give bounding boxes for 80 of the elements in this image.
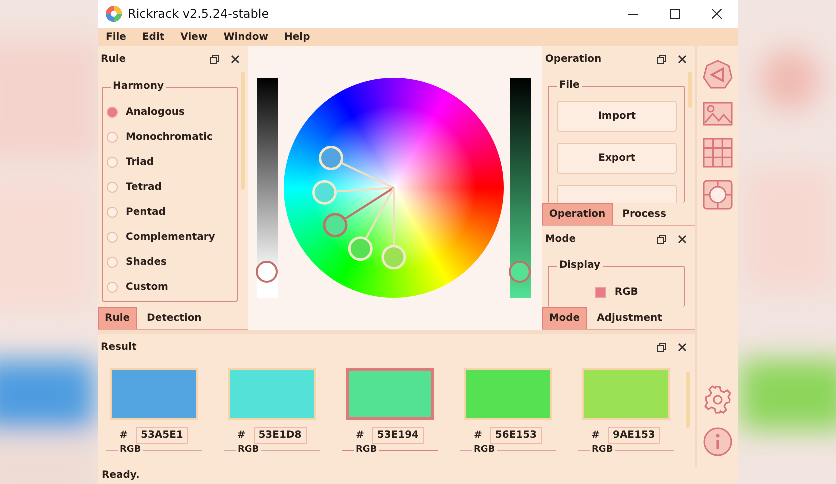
float-icon[interactable] xyxy=(210,54,219,64)
float-icon[interactable] xyxy=(656,54,666,64)
group-title: Harmony xyxy=(111,81,166,93)
menu-item[interactable]: File xyxy=(106,32,126,42)
group-title: RGB xyxy=(590,445,616,455)
window-title: Rickrack v2.5.24-stable xyxy=(128,7,270,21)
hash-label: # xyxy=(592,430,600,441)
image-icon[interactable] xyxy=(702,102,732,126)
radio-label[interactable]: Monochromatic xyxy=(126,132,213,143)
menu-item[interactable]: Window xyxy=(224,32,269,42)
hex-field[interactable]: 53A5E1 xyxy=(136,427,188,444)
group-title: RGB xyxy=(236,445,262,455)
panel-title: Result xyxy=(101,342,137,352)
hex-field[interactable]: 9AE153 xyxy=(608,427,660,444)
radio-button[interactable] xyxy=(107,107,118,118)
hash-label: # xyxy=(237,430,246,441)
close-icon[interactable] xyxy=(230,54,240,64)
close-icon[interactable] xyxy=(678,54,687,64)
app-logo-icon xyxy=(106,6,122,22)
close-icon[interactable] xyxy=(678,234,687,244)
tab[interactable]: Detection xyxy=(137,307,212,329)
group-title: RGB xyxy=(354,445,380,455)
group-title: RGB xyxy=(118,445,144,455)
panel-title: Mode xyxy=(545,234,576,244)
color-swatch[interactable] xyxy=(346,368,434,420)
radio-button[interactable] xyxy=(107,282,118,293)
menu-item[interactable]: View xyxy=(180,32,208,42)
status-text: Ready. xyxy=(102,470,140,481)
tab[interactable]: Adjustment xyxy=(587,307,672,329)
value-slider[interactable] xyxy=(510,78,531,298)
hash-label: # xyxy=(120,430,128,441)
action-button[interactable]: Export xyxy=(557,143,677,174)
hash-label: # xyxy=(356,430,364,441)
scrollbar[interactable] xyxy=(688,72,692,108)
grid-icon[interactable] xyxy=(702,138,732,168)
scrollbar[interactable] xyxy=(686,372,690,428)
radio-button[interactable] xyxy=(107,232,118,243)
radio-label[interactable]: Tetrad xyxy=(126,182,162,193)
group-title: RGB xyxy=(472,445,498,455)
tab[interactable]: Operation xyxy=(542,203,613,225)
radio-label[interactable]: Triad xyxy=(126,157,154,168)
radio-button[interactable] xyxy=(107,207,118,218)
radio-label[interactable]: Analogous xyxy=(126,107,186,118)
radio-label[interactable]: Pentad xyxy=(126,207,166,218)
menu-item[interactable]: Help xyxy=(284,32,310,42)
scrollbar[interactable] xyxy=(240,72,245,190)
radio-label[interactable]: Complementary xyxy=(126,232,216,243)
hex-field[interactable]: 56E153 xyxy=(490,427,542,444)
slider-thumb[interactable] xyxy=(509,260,532,283)
circle-in-square-icon[interactable] xyxy=(702,180,732,210)
tab[interactable]: Process xyxy=(612,203,676,225)
brightness-slider[interactable] xyxy=(256,78,278,298)
radio-button[interactable] xyxy=(107,257,118,268)
radio-button[interactable] xyxy=(107,157,118,168)
radio-label[interactable]: Custom xyxy=(126,282,168,293)
radio-label[interactable]: Shades xyxy=(126,257,167,268)
settings-icon[interactable] xyxy=(702,385,732,415)
menu-item[interactable]: Edit xyxy=(142,32,165,42)
checkbox[interactable] xyxy=(594,286,606,298)
tab[interactable]: Mode xyxy=(542,307,588,329)
checkbox-label[interactable]: RGB xyxy=(614,286,638,298)
color-point[interactable] xyxy=(322,213,348,238)
panel-title: Rule xyxy=(101,54,126,64)
group-title: Display xyxy=(557,260,603,272)
close-icon[interactable] xyxy=(678,342,687,352)
tab[interactable]: Rule xyxy=(98,307,138,329)
radio-button[interactable] xyxy=(107,132,118,143)
triangle-icon[interactable] xyxy=(702,60,732,90)
radio-button[interactable] xyxy=(107,182,118,193)
close-icon[interactable] xyxy=(712,9,722,19)
hex-field[interactable]: 53E194 xyxy=(372,427,424,444)
maximize-icon[interactable] xyxy=(670,9,680,19)
hash-label: # xyxy=(474,430,482,441)
hex-field[interactable]: 53E1D8 xyxy=(254,427,307,444)
action-button[interactable]: Import xyxy=(557,101,677,132)
panel-title: Operation xyxy=(545,54,602,64)
float-icon[interactable] xyxy=(657,342,666,352)
float-icon[interactable] xyxy=(656,234,666,244)
slider-thumb[interactable] xyxy=(256,260,278,283)
info-icon[interactable] xyxy=(702,427,732,457)
